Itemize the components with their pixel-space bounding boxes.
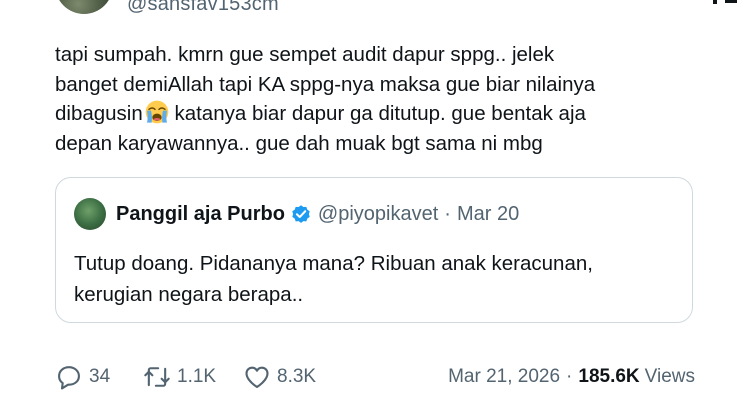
author-avatar[interactable] — [55, 0, 113, 14]
quoted-tweet-header: Panggil aja Purbo @piyopikavet · Mar 20 — [74, 198, 674, 230]
reply-button[interactable]: 34 — [55, 360, 110, 394]
verified-badge-icon — [292, 205, 310, 223]
quoted-author-name[interactable]: Panggil aja Purbo — [116, 203, 285, 226]
repost-button[interactable]: 1.1K — [143, 360, 216, 394]
author-handle[interactable]: @sansfav153cm — [127, 0, 279, 14]
reply-count: 34 — [89, 366, 111, 387]
tweet-text: tapi sumpah. kmrn gue sempet audit dapur… — [55, 40, 695, 158]
tweet-action-bar: 34 1.1K 8.3K Mar 21, 2026 · 185.6K Views — [55, 360, 695, 394]
quoted-separator-dot: · — [444, 202, 451, 225]
like-icon — [245, 366, 269, 388]
loudly-crying-face-icon — [145, 100, 169, 124]
views-label: Views — [644, 366, 695, 387]
repost-icon — [144, 367, 170, 387]
tweet-meta: Mar 21, 2026 · 185.6K Views — [448, 360, 695, 394]
reply-icon — [58, 366, 80, 390]
more-options-icon[interactable] — [713, 0, 737, 4]
tweet-header: @sansfav153cm — [55, 0, 745, 14]
quoted-author-avatar[interactable] — [74, 198, 106, 230]
views-count[interactable]: 185.6K — [578, 366, 639, 388]
quoted-tweet-date[interactable]: Mar 20 — [457, 203, 519, 226]
like-count: 8.3K — [277, 366, 317, 387]
meta-separator-dot: · — [566, 366, 573, 387]
quoted-tweet-text: Tutup doang. Pidananya mana? Ribuan anak… — [74, 252, 593, 306]
quoted-tweet-card[interactable]: Panggil aja Purbo @piyopikavet · Mar 20 … — [55, 177, 693, 323]
repost-count: 1.1K — [177, 366, 217, 387]
like-button[interactable]: 8.3K — [243, 360, 316, 394]
quoted-author-handle[interactable]: @piyopikavet — [318, 203, 438, 226]
tweet-date[interactable]: Mar 21, 2026 — [448, 366, 560, 388]
